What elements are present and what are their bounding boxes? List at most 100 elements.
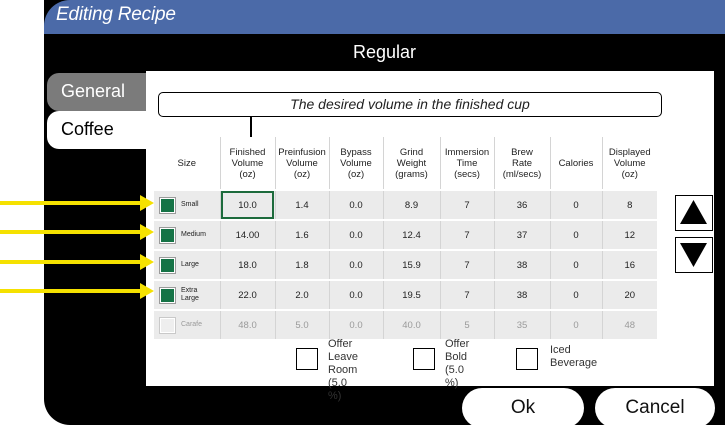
- table-cell[interactable]: 7: [439, 249, 494, 280]
- table-cell[interactable]: 0.0: [328, 309, 383, 339]
- table-cell[interactable]: 38: [493, 279, 550, 310]
- table-cell[interactable]: 40.0: [382, 309, 440, 339]
- size-cell[interactable]: Carafe: [154, 309, 220, 339]
- column-header-line: Time: [456, 157, 478, 169]
- table-cell[interactable]: 48: [601, 309, 657, 339]
- table-row[interactable]: Extra Large 22.0 2.0 0.0 19.5 7 38 0 20: [154, 279, 657, 310]
- callout-text: The desired volume in the finished cup: [290, 96, 530, 112]
- bold-label-line1: Offer: [445, 338, 470, 350]
- triangle-down-icon: [680, 243, 707, 267]
- column-header: Grind Weight (grams): [382, 137, 440, 190]
- table-cell[interactable]: 12.4: [382, 219, 440, 250]
- table-cell[interactable]: 36: [493, 189, 550, 220]
- table-cell[interactable]: 0: [549, 309, 602, 339]
- iced-checkbox[interactable]: [516, 348, 538, 370]
- scroll-down-button[interactable]: [675, 237, 713, 273]
- table-header-row: Size Finished Volume (oz) Preinfusion Volume(…: [154, 137, 657, 190]
- table-cell[interactable]: 35: [493, 309, 550, 339]
- size-checkbox[interactable]: [159, 226, 176, 244]
- size-cell-content: Carafe: [154, 316, 220, 334]
- column-header-line: Rate: [511, 157, 533, 169]
- table-cell[interactable]: 8.9: [382, 189, 440, 220]
- size-cell[interactable]: Medium: [154, 219, 220, 250]
- triangle-up-icon: [680, 200, 707, 224]
- bold-label-line3: (5.0 %): [445, 364, 464, 389]
- size-label-line: Large: [181, 261, 199, 268]
- column-header-line: Brew: [511, 146, 533, 158]
- scroll-up-button[interactable]: [675, 195, 713, 231]
- table-row[interactable]: Large 18.0 1.8 0.0 15.9 7 38 0 16: [154, 249, 657, 280]
- size-cell[interactable]: Extra Large: [154, 279, 220, 310]
- size-checkbox[interactable]: [159, 256, 176, 274]
- tab-coffee[interactable]: Coffee: [47, 111, 146, 149]
- table-cell[interactable]: 0: [549, 189, 602, 220]
- size-label-line: Extra: [181, 287, 198, 294]
- table-cell[interactable]: 12: [601, 219, 657, 250]
- table-cell[interactable]: 0: [549, 219, 602, 250]
- table-row[interactable]: Carafe 48.0 5.0 0.0 40.0 5 35 0 48: [154, 309, 657, 339]
- table-cell[interactable]: 0: [549, 279, 602, 310]
- column-header: Finished Volume (oz): [219, 137, 275, 190]
- callout-arrow-extra-large: [0, 283, 154, 299]
- column-header-line: (ml/secs): [502, 168, 542, 180]
- table-cell[interactable]: 18.0: [219, 249, 275, 280]
- table-cell[interactable]: 7: [439, 219, 494, 250]
- column-header-line: Volume: [340, 157, 372, 169]
- size-cell[interactable]: Large: [154, 249, 220, 280]
- table-cell[interactable]: 7: [439, 189, 494, 220]
- size-checkbox[interactable]: [159, 196, 176, 214]
- table-cell[interactable]: 1.4: [274, 189, 329, 220]
- table-cell[interactable]: 19.5: [382, 279, 440, 310]
- size-checkbox[interactable]: [159, 286, 176, 304]
- table-cell[interactable]: 16: [601, 249, 657, 280]
- callout-arrow-medium: [0, 224, 154, 240]
- table-cell[interactable]: 0.0: [328, 189, 383, 220]
- cancel-button[interactable]: Cancel: [595, 388, 715, 428]
- size-label: Extra Large: [181, 287, 199, 303]
- column-header-line: Immersion: [444, 146, 490, 158]
- table-cell[interactable]: 1.6: [274, 219, 329, 250]
- column-header: Calories: [549, 137, 602, 190]
- table-cell[interactable]: 0.0: [328, 279, 383, 310]
- size-cell[interactable]: Small: [154, 189, 220, 220]
- table-cell[interactable]: 20: [601, 279, 657, 310]
- table-cell[interactable]: 0: [549, 249, 602, 280]
- column-header-line: Size: [177, 157, 196, 169]
- table-row[interactable]: Medium 14.00 1.6 0.0 12.4 7 37 0 12: [154, 219, 657, 250]
- tab-general[interactable]: General: [47, 73, 146, 111]
- leave-room-checkbox[interactable]: [296, 348, 318, 370]
- leave-room-label-line3: (5.0 %): [328, 377, 347, 402]
- table-cell[interactable]: 15.9: [382, 249, 440, 280]
- callout-arrow-small: [0, 195, 154, 211]
- table-cell[interactable]: 2.0: [274, 279, 329, 310]
- tab-general-label: General: [61, 81, 126, 101]
- callout-leader-line: [250, 117, 252, 137]
- column-header-line: (oz): [621, 168, 638, 180]
- table-cell[interactable]: 14.00: [219, 219, 275, 250]
- table-cell[interactable]: 0.0: [328, 219, 383, 250]
- table-cell[interactable]: 5.0: [274, 309, 329, 339]
- table-cell[interactable]: 7: [439, 279, 494, 310]
- ok-button[interactable]: Ok: [462, 388, 584, 428]
- table-cell[interactable]: 1.8: [274, 249, 329, 280]
- table-cell[interactable]: 0.0: [328, 249, 383, 280]
- tab-coffee-label: Coffee: [61, 119, 114, 139]
- table-cell[interactable]: 48.0: [219, 309, 275, 339]
- table-cell[interactable]: 5: [439, 309, 494, 339]
- callout-arrow-large: [0, 254, 154, 270]
- table-cell[interactable]: 37: [493, 219, 550, 250]
- table-body: Small 10.0 1.4 0.0 8.9 7 36 0 8 Medium 14.00 1.6 0.0…: [154, 189, 657, 339]
- table-cell[interactable]: 8: [601, 189, 657, 220]
- leave-room-label-line1: Offer: [328, 338, 353, 350]
- column-header-line: (oz): [293, 168, 311, 180]
- table-cell[interactable]: 38: [493, 249, 550, 280]
- table-cell[interactable]: 10.0: [219, 189, 275, 220]
- size-label-line: Carafe: [181, 321, 203, 328]
- table-row[interactable]: Small 10.0 1.4 0.0 8.9 7 36 0 8: [154, 189, 657, 220]
- table-cell[interactable]: 22.0: [219, 279, 275, 310]
- bold-checkbox[interactable]: [413, 348, 435, 370]
- size-checkbox[interactable]: [159, 316, 176, 334]
- column-header: Preinfusion Volume (oz): [274, 137, 329, 190]
- column-header-line: Bypass: [340, 146, 372, 158]
- size-label-line: Small: [181, 201, 199, 208]
